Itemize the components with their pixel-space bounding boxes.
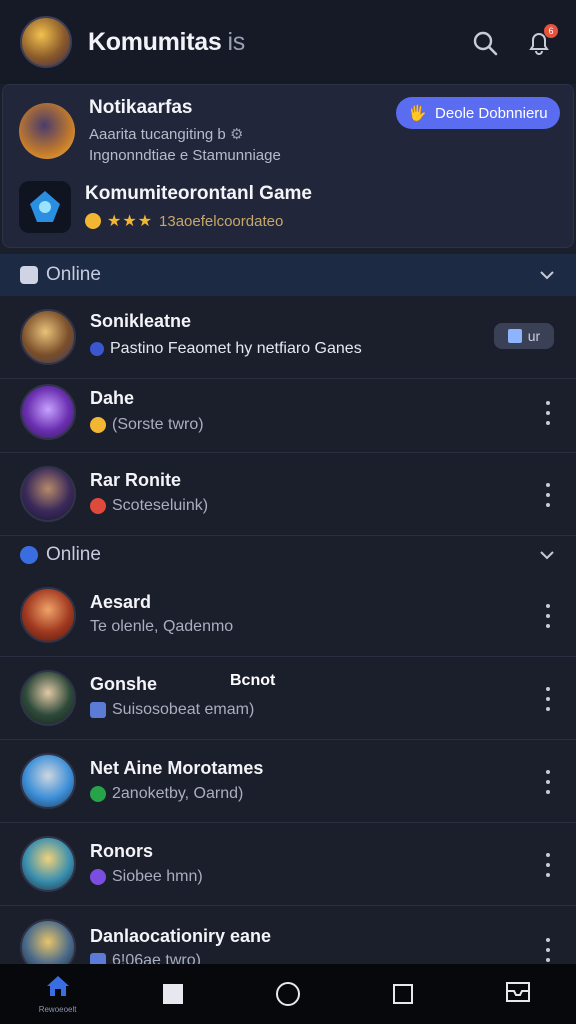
avatar [20, 466, 76, 522]
friend-status: Scoteseluink) [90, 497, 208, 515]
avatar [20, 836, 76, 892]
friend-status: Siobee hmn) [90, 868, 203, 886]
more-options-icon[interactable] [540, 938, 556, 962]
chevron-down-icon[interactable] [538, 546, 556, 569]
notification-title: Notikaarfas [89, 97, 193, 118]
chat-icon [20, 266, 38, 284]
online-status-icon [90, 786, 106, 802]
nav-messages[interactable] [488, 964, 548, 1024]
coin-icon [85, 213, 101, 229]
avatar [20, 670, 76, 726]
section-header-online[interactable]: Online [0, 534, 576, 576]
section-header-online[interactable]: Online [0, 254, 576, 296]
avatar [20, 384, 76, 440]
page-title: Komumitas is [88, 28, 245, 57]
home-icon [44, 974, 72, 1003]
rating-row: ★★★ 13aoefelcoordateo [85, 211, 312, 231]
streaming-status-icon [90, 869, 106, 885]
more-options-icon[interactable] [540, 401, 556, 425]
nav-home-label: Rewoeoelt [38, 1005, 77, 1014]
square-icon [162, 984, 183, 1004]
bottom-nav: Rewoeoelt [0, 964, 576, 1024]
friend-row[interactable]: Sonikleatne Pastino Feaomet hy netfiaro … [0, 296, 576, 379]
notification-item[interactable]: Notikaarfas Aaarita tucangiting b ⚙ Ingn… [19, 97, 281, 164]
friend-row[interactable]: Dahe (Sorste twro) [0, 371, 576, 453]
rating-stars: ★★★ [107, 213, 154, 230]
friend-status: 2anoketby, Oarnd) [90, 785, 243, 803]
notification-line: Ingnonndtiae e Stamunniage [89, 147, 281, 164]
nav-stop[interactable] [143, 964, 203, 1024]
hand-icon: 🖐 [408, 105, 428, 122]
more-options-icon[interactable] [540, 770, 556, 794]
nav-recents[interactable] [373, 964, 433, 1024]
rating-text: 13aoefelcoordateo [159, 212, 284, 230]
notification-bell-icon[interactable]: 6 [524, 24, 558, 58]
notification-line: Aaarita tucangiting b ⚙ [89, 126, 244, 143]
friend-name: Net Aine Morotames [90, 758, 264, 778]
friend-row[interactable]: Aesard Te olenle, Qadenmo [0, 574, 576, 657]
friend-status: (Sorste twro) [90, 416, 204, 434]
notification-action-button[interactable]: 🖐 Deole Dobnnieru [396, 97, 560, 129]
more-options-icon[interactable] [540, 853, 556, 877]
app-logo[interactable] [20, 16, 72, 68]
circle-icon [275, 982, 300, 1006]
game-icon [19, 181, 71, 233]
friend-status: Suisosobeat emam) [90, 701, 254, 719]
friend-row[interactable]: Gonshe Bcnot Suisosobeat emam) [0, 657, 576, 740]
title-text: Komumitas [88, 27, 222, 56]
notification-card: Notikaarfas Aaarita tucangiting b ⚙ Ingn… [2, 84, 574, 248]
friend-status: Te olenle, Qadenmo [90, 618, 234, 635]
search-icon[interactable] [470, 28, 500, 58]
discord-icon [20, 546, 38, 564]
nav-home[interactable]: Rewoeoelt [28, 964, 88, 1024]
friend-row[interactable]: Net Aine Morotames 2anoketby, Oarnd) [0, 740, 576, 823]
avatar [20, 753, 76, 809]
friend-row[interactable]: Ronors Siobee hmn) [0, 823, 576, 906]
chevron-down-icon[interactable] [538, 266, 556, 289]
avatar [19, 102, 75, 159]
friend-name: Gonshe [90, 674, 158, 694]
nav-home-button[interactable] [258, 964, 318, 1024]
more-options-icon[interactable] [540, 687, 556, 711]
friend-status: Pastino Feaomet hy netfiaro Ganes [90, 340, 362, 358]
friend-name: Aesard [90, 592, 152, 612]
edit-icon [507, 329, 522, 343]
more-options-icon[interactable] [540, 483, 556, 507]
friend-name: Sonikleatne [90, 311, 192, 331]
avatar [20, 309, 76, 365]
friend-name: Danlaocationiry eane [90, 926, 272, 946]
app-header: Komumitas is 6 [0, 0, 576, 84]
friend-name: Rar Ronite [90, 470, 182, 490]
section-label: Online [46, 544, 101, 565]
notification-item[interactable]: Komumiteorontanl Game ★★★ 13aoefelcoorda… [19, 181, 312, 233]
game-status-icon [90, 702, 106, 718]
busy-status-icon [90, 498, 106, 514]
shield-icon [90, 342, 104, 356]
friend-name: Dahe [90, 388, 135, 408]
avatar [20, 587, 76, 643]
friend-row[interactable]: Rar Ronite Scoteseluink) [0, 453, 576, 536]
title-suffix: is [227, 27, 245, 56]
friend-name: Ronors [90, 841, 153, 861]
away-status-icon [90, 417, 106, 433]
section-label: Online [46, 264, 101, 285]
chat-button[interactable]: ur [494, 323, 554, 349]
inbox-icon [503, 979, 533, 1010]
notification-title: Komumiteorontanl Game [85, 183, 312, 204]
square-outline-icon [393, 984, 414, 1004]
shield-icon: ⚙ [229, 126, 244, 143]
more-options-icon[interactable] [540, 604, 556, 628]
notification-badge: 6 [544, 24, 558, 38]
friend-tag: Bcnot [230, 672, 276, 689]
